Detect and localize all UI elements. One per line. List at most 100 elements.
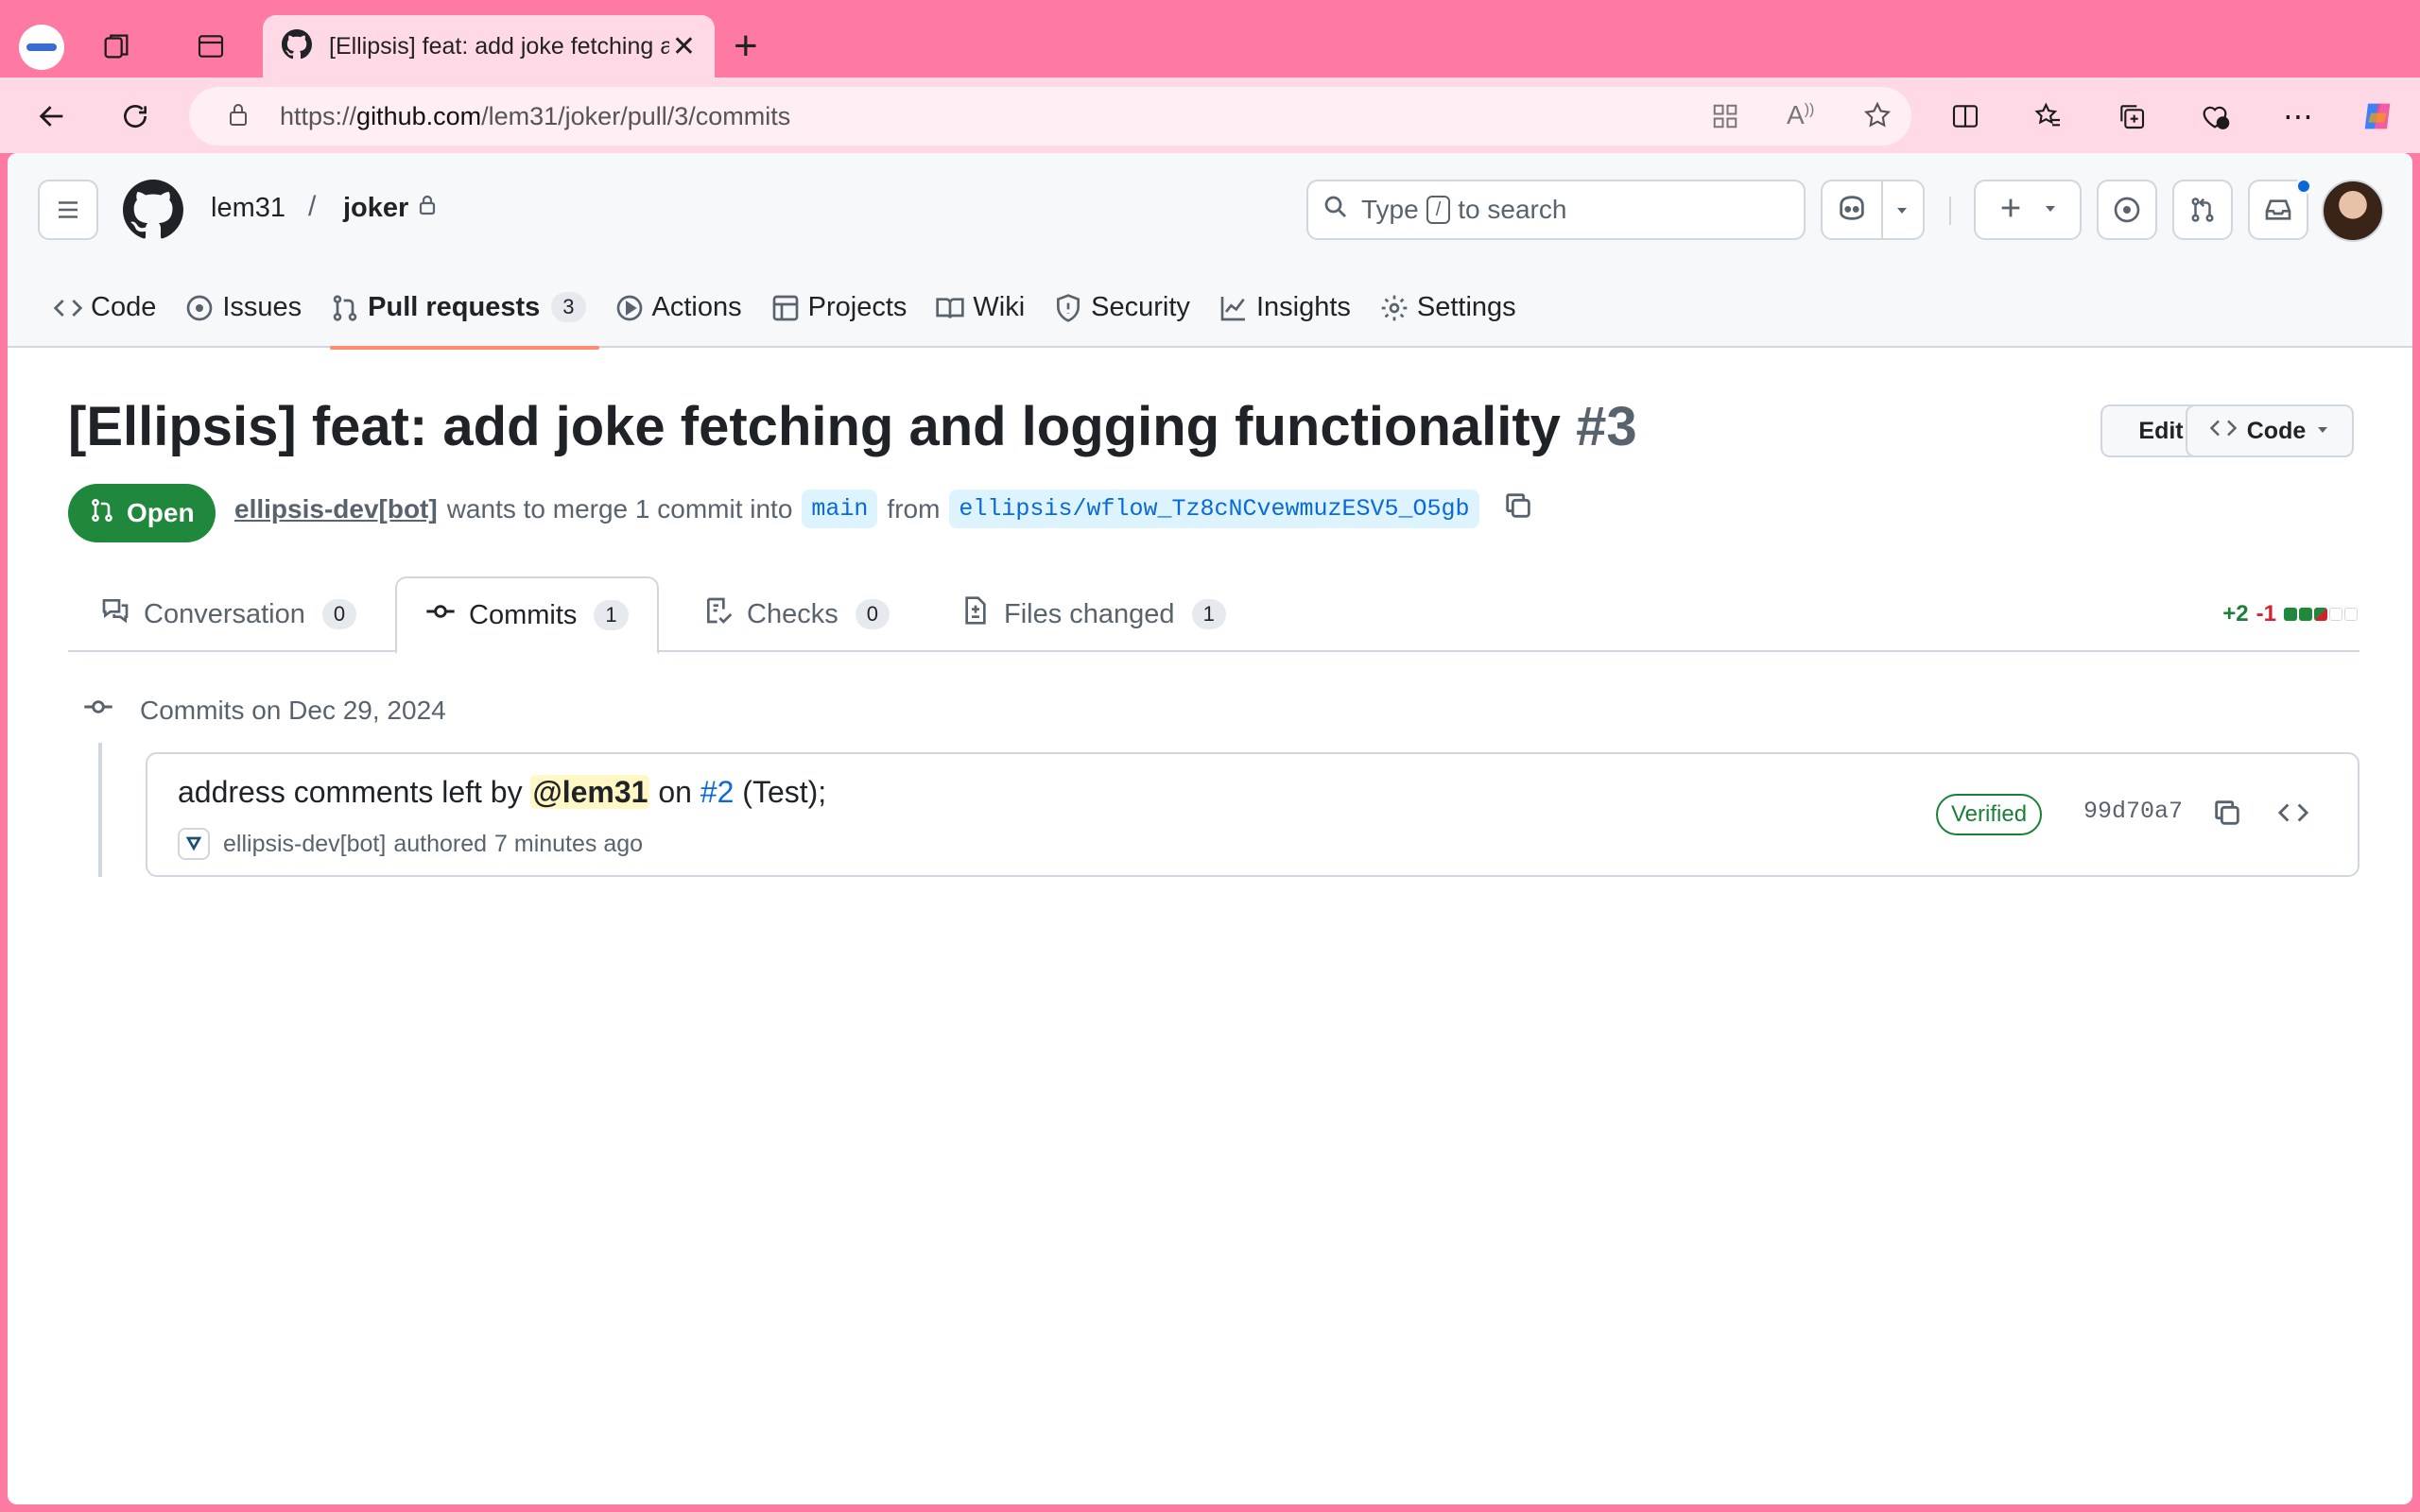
shield-icon [1053, 293, 1083, 323]
menu-icon[interactable] [38, 180, 98, 240]
pr-author-link[interactable]: ellipsis-dev[bot] [234, 494, 438, 524]
close-tab-icon[interactable]: ✕ [672, 30, 696, 63]
verified-badge[interactable]: Verified [1936, 794, 2043, 835]
chevron-down-icon [1894, 198, 1910, 226]
comment-discussion-icon [100, 595, 130, 633]
tab-conversation-label: Conversation [144, 598, 305, 629]
browse-code-icon[interactable] [2274, 794, 2312, 832]
chevron-down-icon [2043, 197, 2058, 224]
read-aloud-icon[interactable]: A)) [1787, 100, 1814, 130]
play-icon [614, 293, 645, 323]
status-badge: Open [68, 484, 216, 542]
from-text: from [887, 493, 941, 524]
repo-name: joker [343, 193, 409, 223]
code-icon [53, 293, 83, 323]
active-browser-tab[interactable]: [Ellipsis] feat: add joke fetching and l… [263, 15, 715, 77]
repo-owner-link[interactable]: lem31 [211, 193, 285, 224]
browser-profile-icon[interactable] [19, 25, 64, 70]
head-branch[interactable]: ellipsis/wflow_Tz8cNCvewmuzESV5_O5gb [949, 490, 1479, 528]
timeline-line [98, 743, 102, 877]
tab-checks[interactable]: Checks 0 [703, 576, 890, 652]
address-bar[interactable]: https://github.com/lem31/joker/pull/3/co… [189, 87, 1911, 146]
workspaces-icon[interactable] [93, 23, 140, 70]
status-label: Open [127, 498, 195, 527]
list-item: address comments left by @lem31 on #2 (T… [146, 752, 2360, 877]
gear-icon [1379, 293, 1409, 323]
tab-files-label: Files changed [1004, 598, 1175, 629]
search-prefix: Type [1361, 195, 1419, 224]
tab-checks-label: Checks [747, 598, 838, 629]
app-available-icon[interactable] [1711, 102, 1739, 135]
tab-commits-label: Commits [469, 599, 578, 630]
browser-essentials-icon[interactable] [2191, 93, 2238, 140]
pull-requests-icon[interactable] [2172, 180, 2233, 240]
tab-actions[interactable]: Actions [607, 266, 763, 348]
tab-settings-label: Settings [1416, 291, 1516, 322]
tab-projects-label: Projects [807, 291, 908, 322]
more-options-icon[interactable]: ⋯ [2274, 93, 2322, 140]
new-tab-icon[interactable]: + [734, 23, 758, 70]
book-icon [935, 293, 965, 323]
pr-tabs: Conversation 0 Commits 1 Checks 0 Files … [68, 576, 2360, 654]
create-new-button[interactable] [1974, 180, 2082, 240]
favorite-star-icon[interactable] [1862, 100, 1893, 135]
git-pull-request-icon [330, 293, 360, 323]
tab-code-label: Code [91, 291, 157, 322]
tab-pull-requests-label: Pull requests [368, 291, 541, 322]
code-icon [2209, 416, 2238, 447]
code-dropdown-button[interactable]: Code [2186, 404, 2354, 457]
browser-toolbar: https://github.com/lem31/joker/pull/3/co… [0, 77, 2420, 153]
tab-projects[interactable]: Projects [763, 266, 928, 348]
files-count: 1 [1191, 599, 1226, 629]
copilot-button[interactable] [1821, 180, 1925, 240]
tab-issues[interactable]: Issues [177, 266, 322, 348]
base-branch[interactable]: main [802, 490, 878, 528]
checklist-icon [703, 595, 734, 633]
merge-text: wants to merge 1 commit into [446, 493, 793, 524]
tab-security[interactable]: Security [1046, 266, 1211, 348]
tab-actions-label: Actions [651, 291, 742, 322]
pull-requests-count: 3 [551, 292, 586, 322]
notification-dot [2295, 178, 2312, 195]
git-commit-icon [425, 596, 456, 634]
commit-message[interactable]: address comments left by @lem31 on #2 (T… [178, 775, 826, 810]
tab-insights[interactable]: Insights [1211, 266, 1372, 348]
issues-icon[interactable] [2097, 180, 2157, 240]
collections-icon[interactable] [2108, 93, 2155, 140]
github-logo-icon[interactable] [123, 180, 183, 245]
tab-issues-label: Issues [222, 291, 302, 322]
copy-sha-icon[interactable] [2208, 794, 2246, 832]
git-commit-icon [83, 692, 113, 729]
private-lock-icon [418, 193, 437, 224]
search-input[interactable]: Type / to search [1306, 180, 1806, 240]
deletions-count: -1 [2256, 601, 2276, 627]
repo-name-link[interactable]: joker [343, 193, 437, 224]
tab-conversation[interactable]: Conversation 0 [100, 576, 357, 652]
back-icon[interactable] [28, 93, 76, 140]
commit-meta: ellipsis-dev[bot] authored 7 minutes ago [178, 828, 643, 860]
user-mention-link[interactable]: @lem31 [530, 775, 650, 809]
copy-icon[interactable] [1502, 490, 1534, 528]
avatar[interactable] [2322, 180, 2384, 242]
tab-code[interactable]: Code [45, 266, 177, 348]
vertical-tabs-icon[interactable] [187, 23, 234, 70]
chevron-down-icon [2315, 418, 2330, 445]
tab-files-changed[interactable]: Files changed 1 [960, 576, 1226, 652]
reload-icon[interactable] [112, 93, 159, 140]
commit-sha-link[interactable]: 99d70a7 [2083, 798, 2183, 825]
favorites-icon[interactable] [2025, 93, 2072, 140]
tab-pull-requests[interactable]: Pull requests 3 [322, 266, 606, 350]
tab-wiki[interactable]: Wiki [927, 266, 1046, 348]
tab-commits[interactable]: Commits 1 [395, 576, 659, 654]
graph-icon [1219, 293, 1249, 323]
commit-author-link[interactable]: ellipsis-dev[bot] [223, 831, 386, 858]
issue-reference-link[interactable]: #2 [700, 775, 735, 809]
copilot-icon[interactable] [2354, 93, 2401, 140]
diffstat: +2 -1 [2222, 601, 2360, 627]
split-screen-icon[interactable] [1942, 93, 1989, 140]
breadcrumb-separator: / [308, 191, 317, 222]
additions-count: +2 [2222, 601, 2249, 627]
diffstat-bar [2284, 601, 2360, 627]
bot-avatar-icon[interactable] [178, 828, 210, 860]
tab-settings[interactable]: Settings [1372, 266, 1537, 348]
